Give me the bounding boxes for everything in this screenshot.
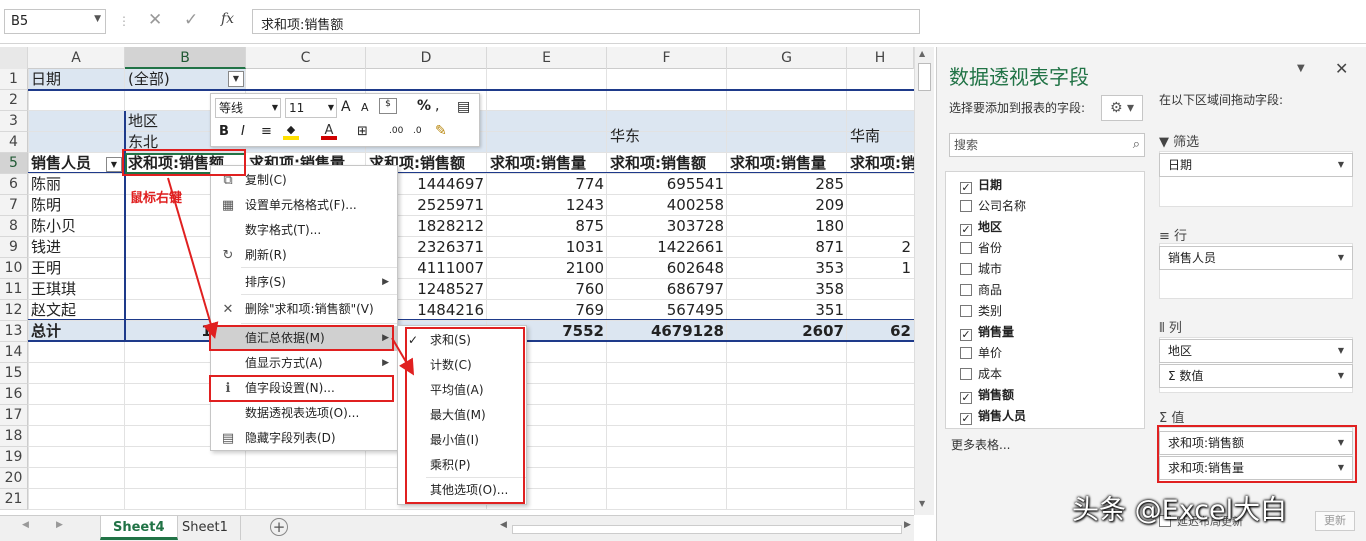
field-item[interactable]: 成本 [960, 364, 1002, 385]
field-item[interactable]: 城市 [960, 259, 1002, 280]
highlight-submenu [405, 327, 525, 504]
sheet-tab-sheet4[interactable]: Sheet4 [100, 516, 178, 540]
field-item[interactable]: ✓ 销售人员 [960, 406, 1026, 427]
scroll-left-icon[interactable]: ◀ [500, 520, 507, 530]
rows-icon: ≡ [1159, 229, 1170, 244]
field-name: 商品 [978, 283, 1003, 297]
close-icon[interactable]: ✕ [1335, 59, 1348, 78]
checkbox[interactable] [960, 305, 972, 317]
sheet-tab-sheet1[interactable]: Sheet1 [170, 516, 241, 540]
checkbox[interactable] [960, 263, 972, 275]
field-item[interactable]: 公司名称 [960, 196, 1026, 217]
add-sheet-icon[interactable]: + [270, 518, 288, 536]
field-name: 省份 [978, 241, 1003, 255]
field-name: 日期 [978, 178, 1003, 192]
field-item[interactable]: ✓ 销售量 [960, 322, 1014, 343]
chevron-down-icon[interactable]: ▼ [1338, 340, 1344, 362]
field-item[interactable]: 单价 [960, 343, 1002, 364]
field-search-input[interactable]: 搜索 ⌕ [949, 133, 1145, 157]
rows-area-label: ≡ 行 [1159, 225, 1187, 244]
cols-item-values[interactable]: Σ 数值 ▼ [1159, 364, 1353, 388]
sigma-icon: Σ [1159, 411, 1168, 426]
checkbox[interactable]: ✓ [960, 392, 972, 404]
field-item[interactable]: 类别 [960, 301, 1002, 322]
pane-title: 数据透视表字段 [949, 65, 1089, 89]
filter-icon: ▼ [1159, 135, 1169, 150]
field-item[interactable]: ✓ 地区 [960, 217, 1002, 238]
filter-item-text: 日期 [1168, 158, 1193, 172]
field-name: 地区 [978, 220, 1003, 234]
checkbox[interactable]: ✓ [960, 224, 972, 236]
rows-item-salesperson[interactable]: 销售人员 ▼ [1159, 246, 1353, 270]
field-item[interactable]: 商品 [960, 280, 1002, 301]
chevron-down-icon[interactable]: ▼ [1338, 365, 1344, 387]
cols-item-text: 地区 [1168, 344, 1193, 358]
more-tables-link[interactable]: 更多表格... [951, 436, 1010, 453]
field-name: 销售量 [978, 325, 1015, 339]
next-sheet-icon[interactable]: ▶ [56, 520, 63, 530]
update-button[interactable]: 更新 [1315, 511, 1355, 531]
field-name: 销售人员 [978, 409, 1027, 423]
checkbox[interactable]: ✓ [960, 329, 972, 341]
field-name: 销售额 [978, 388, 1015, 402]
filter-area-label: ▼ 筛选 [1159, 131, 1199, 150]
annotation-arrow-1 [167, 177, 219, 339]
checkbox[interactable] [960, 200, 972, 212]
cols-item-text: Σ 数值 [1168, 369, 1204, 383]
sheet-tab-bar: ◀ ▶ Sheet4 Sheet1 + ◀ ▶ [0, 515, 914, 541]
columns-icon: ⦀ [1159, 321, 1165, 336]
cols-area-label: ⦀ 列 [1159, 317, 1182, 336]
filter-area-text: 筛选 [1173, 135, 1200, 150]
field-item[interactable]: ✓ 日期 [960, 175, 1002, 196]
rows-item-text: 销售人员 [1168, 251, 1217, 265]
checkbox[interactable] [960, 347, 972, 359]
values-area-label: Σ 值 [1159, 407, 1184, 426]
field-name: 公司名称 [978, 199, 1027, 213]
cols-item-region[interactable]: 地区 ▼ [1159, 339, 1353, 363]
drag-fields-label: 在以下区域间拖动字段: [1159, 93, 1284, 107]
search-icon[interactable]: ⌕ [1133, 134, 1140, 156]
gear-icon[interactable]: ⚙ ▾ [1101, 95, 1143, 121]
chevron-down-icon[interactable]: ▼ [1338, 154, 1344, 176]
scroll-down-icon[interactable]: ▼ [919, 499, 925, 508]
field-item[interactable]: 省份 [960, 238, 1002, 259]
checkbox[interactable] [960, 242, 972, 254]
field-name: 类别 [978, 304, 1003, 318]
pane-options-icon[interactable]: ▼ [1297, 63, 1305, 74]
checkbox[interactable] [960, 368, 972, 380]
field-name: 单价 [978, 346, 1003, 360]
highlight-summarize [209, 325, 394, 351]
field-name: 成本 [978, 367, 1003, 381]
search-placeholder: 搜索 [954, 138, 979, 152]
pivot-field-pane: 数据透视表字段 ▼ ✕ 选择要添加到报表的字段: ⚙ ▾ 在以下区域间拖动字段:… [936, 47, 1366, 541]
cols-area-text: 列 [1168, 321, 1182, 336]
horizontal-scrollbar[interactable] [512, 525, 902, 534]
vertical-scrollbar[interactable]: ▲ ▼ [914, 47, 934, 515]
values-area-text: 值 [1171, 411, 1185, 426]
scroll-up-icon[interactable]: ▲ [919, 49, 925, 58]
highlight-field-settings [209, 375, 394, 402]
filter-item-date[interactable]: 日期 ▼ [1159, 153, 1353, 177]
scroll-thumb[interactable] [918, 63, 931, 91]
watermark-text: 头条 @Excel大白 [1072, 495, 1288, 526]
chevron-down-icon[interactable]: ▼ [1338, 247, 1344, 269]
rows-area-text: 行 [1174, 229, 1188, 244]
checkbox[interactable]: ✓ [960, 413, 972, 425]
highlight-values-area [1157, 425, 1357, 483]
checkbox[interactable]: ✓ [960, 182, 972, 194]
prev-sheet-icon[interactable]: ◀ [22, 520, 29, 530]
highlight-b5 [122, 149, 246, 176]
checkbox[interactable] [960, 284, 972, 296]
field-name: 城市 [978, 262, 1003, 276]
field-item[interactable]: ✓ 销售额 [960, 385, 1014, 406]
scroll-right-icon[interactable]: ▶ [904, 520, 911, 530]
field-list: ✓ 日期公司名称 ✓ 地区省份城市商品类别 ✓ 销售量单价成本 ✓ 销售额 ✓ 销售人员 [945, 171, 1145, 429]
choose-fields-label: 选择要添加到报表的字段: [949, 101, 1086, 115]
